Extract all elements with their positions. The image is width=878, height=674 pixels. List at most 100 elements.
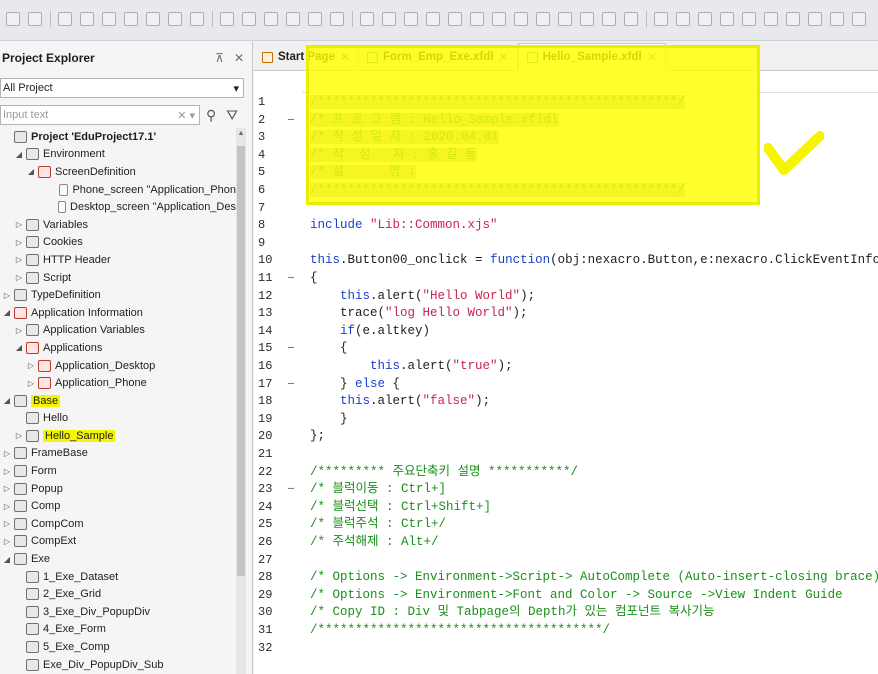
tree-item[interactable]: ◢ Base <box>0 392 236 410</box>
toolbar-button-icon[interactable] <box>28 12 42 26</box>
tree-item[interactable]: Desktop_screen "Application_Des <box>0 198 236 216</box>
toolbar-button-icon[interactable] <box>146 12 160 26</box>
toolbar-button-icon[interactable] <box>514 12 528 26</box>
toolbar-button-icon[interactable] <box>168 12 182 26</box>
toolbar-button-icon[interactable] <box>308 12 322 26</box>
toolbar-button-icon[interactable] <box>426 12 440 26</box>
expand-arrow-icon[interactable]: ▷ <box>2 502 12 511</box>
fold-toggle-icon[interactable]: — <box>288 481 294 499</box>
tree-item[interactable]: ▷ Application Variables <box>0 322 236 340</box>
tree-item[interactable]: 2_Exe_Grid <box>0 585 236 603</box>
toolbar-button-icon[interactable] <box>58 12 72 26</box>
tree-item[interactable]: ▷ Form <box>0 462 236 480</box>
expand-arrow-icon[interactable]: ▷ <box>2 537 12 546</box>
expand-arrow-icon[interactable]: ▷ <box>14 431 24 440</box>
collapse-arrow-icon[interactable]: ◢ <box>2 396 12 405</box>
tree-item[interactable]: ▷ TypeDefinition <box>0 286 236 304</box>
expand-arrow-icon[interactable]: ▷ <box>2 484 12 493</box>
tree-item[interactable]: ◢ ScreenDefinition <box>0 163 236 181</box>
expand-arrow-icon[interactable]: ▷ <box>2 291 12 300</box>
toolbar-button-icon[interactable] <box>80 12 94 26</box>
tree-item[interactable]: ▷ Variables <box>0 216 236 234</box>
toolbar-button-icon[interactable] <box>242 12 256 26</box>
tree-item[interactable]: Project 'EduProject17.1' <box>0 128 236 146</box>
close-icon[interactable]: ✕ <box>234 51 244 65</box>
toolbar-button-icon[interactable] <box>492 12 506 26</box>
expand-arrow-icon[interactable]: ▷ <box>26 361 36 370</box>
tree-item[interactable]: ▷ CompExt <box>0 533 236 551</box>
toolbar-button-icon[interactable] <box>558 12 572 26</box>
expand-arrow-icon[interactable]: ▷ <box>14 255 24 264</box>
search-icon[interactable]: ⚲ <box>206 107 216 124</box>
toolbar-button-icon[interactable] <box>124 12 138 26</box>
tree-item[interactable]: ◢ Environment <box>0 146 236 164</box>
toolbar-button-icon[interactable] <box>382 12 396 26</box>
collapse-arrow-icon[interactable]: ◢ <box>2 555 12 564</box>
scroll-up-icon[interactable]: ▲ <box>236 130 246 137</box>
project-filter-select[interactable]: All Project ▾ <box>0 78 244 98</box>
toolbar-button-icon[interactable] <box>602 12 616 26</box>
tree-item[interactable]: ▷ Popup <box>0 480 236 498</box>
tree-item[interactable]: Phone_screen "Application_Phon <box>0 181 236 199</box>
toolbar-button-icon[interactable] <box>536 12 550 26</box>
toolbar-button-icon[interactable] <box>808 12 822 26</box>
toolbar-button-icon[interactable] <box>654 12 668 26</box>
toolbar-button-icon[interactable] <box>698 12 712 26</box>
tree-item[interactable]: ▷ Comp <box>0 497 236 515</box>
tree-item[interactable]: ▷ Hello_Sample <box>0 427 236 445</box>
filter-icon[interactable]: ⛛ <box>226 107 238 124</box>
tree-item[interactable]: Hello <box>0 410 236 428</box>
explorer-scrollbar[interactable]: ▲ <box>236 128 246 674</box>
tree-item[interactable]: 1_Exe_Dataset <box>0 568 236 586</box>
expand-arrow-icon[interactable]: ▷ <box>2 519 12 528</box>
collapse-arrow-icon[interactable]: ◢ <box>26 167 36 176</box>
expand-arrow-icon[interactable]: ▷ <box>14 326 24 335</box>
toolbar-button-icon[interactable] <box>470 12 484 26</box>
tree-item[interactable]: 4_Exe_Form <box>0 621 236 639</box>
toolbar-button-icon[interactable] <box>742 12 756 26</box>
toolbar-button-icon[interactable] <box>102 12 116 26</box>
toolbar-button-icon[interactable] <box>852 12 866 26</box>
toolbar-button-icon[interactable] <box>190 12 204 26</box>
tree-item[interactable]: 5_Exe_Comp <box>0 638 236 656</box>
toolbar-button-icon[interactable] <box>624 12 638 26</box>
expand-arrow-icon[interactable]: ▷ <box>14 273 24 282</box>
tree-item[interactable]: ▷ Script <box>0 269 236 287</box>
tree-item[interactable]: ◢ Exe <box>0 550 236 568</box>
collapse-arrow-icon[interactable]: ◢ <box>2 308 12 317</box>
tree-item[interactable]: ◢ Applications <box>0 339 236 357</box>
fold-toggle-icon[interactable]: — <box>288 112 294 130</box>
tree-item[interactable]: ▷ HTTP Header <box>0 251 236 269</box>
tree-item[interactable]: ▷ Application_Phone <box>0 374 236 392</box>
toolbar-button-icon[interactable] <box>580 12 594 26</box>
toolbar-button-icon[interactable] <box>830 12 844 26</box>
toolbar-button-icon[interactable] <box>220 12 234 26</box>
expand-arrow-icon[interactable]: ▷ <box>14 220 24 229</box>
toolbar-button-icon[interactable] <box>286 12 300 26</box>
expand-arrow-icon[interactable]: ▷ <box>14 238 24 247</box>
toolbar-button-icon[interactable] <box>6 12 20 26</box>
clear-dropdown-icon[interactable]: ✕ ▾ <box>177 109 195 122</box>
collapse-arrow-icon[interactable]: ◢ <box>14 343 24 352</box>
tree-item[interactable]: 3_Exe_Div_PopupDiv <box>0 603 236 621</box>
tree-item[interactable]: ▷ CompCom <box>0 515 236 533</box>
fold-toggle-icon[interactable]: — <box>288 376 294 394</box>
tree-item[interactable]: ▷ FrameBase <box>0 445 236 463</box>
pin-icon[interactable]: ⊼ <box>215 51 224 65</box>
collapse-arrow-icon[interactable]: ◢ <box>14 150 24 159</box>
tree-item[interactable]: ▷ Application_Desktop <box>0 357 236 375</box>
tree-item[interactable]: ▷ Cookies <box>0 234 236 252</box>
toolbar-button-icon[interactable] <box>360 12 374 26</box>
expand-arrow-icon[interactable]: ▷ <box>2 449 12 458</box>
toolbar-button-icon[interactable] <box>330 12 344 26</box>
toolbar-button-icon[interactable] <box>404 12 418 26</box>
toolbar-button-icon[interactable] <box>448 12 462 26</box>
expand-arrow-icon[interactable]: ▷ <box>26 379 36 388</box>
tree-item[interactable]: ◢ Application Information <box>0 304 236 322</box>
fold-toggle-icon[interactable]: — <box>288 340 294 358</box>
toolbar-button-icon[interactable] <box>264 12 278 26</box>
toolbar-button-icon[interactable] <box>786 12 800 26</box>
fold-toggle-icon[interactable]: — <box>288 270 294 288</box>
expand-arrow-icon[interactable]: ▷ <box>2 467 12 476</box>
toolbar-button-icon[interactable] <box>764 12 778 26</box>
